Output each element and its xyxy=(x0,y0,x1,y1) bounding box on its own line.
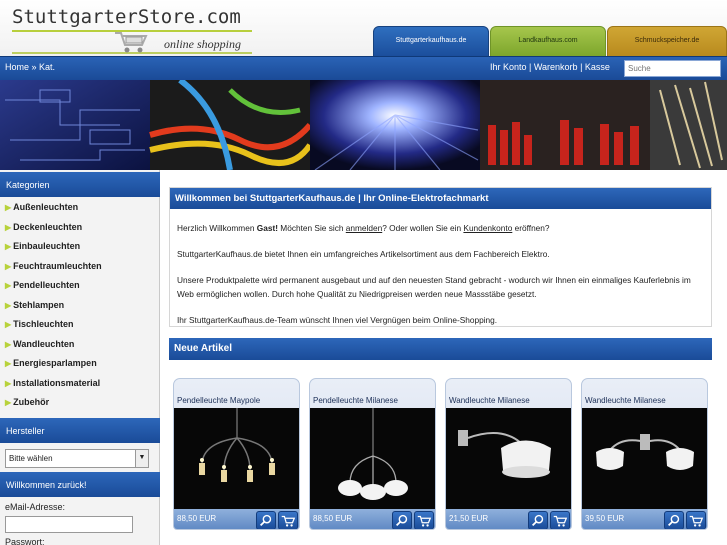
category-item[interactable]: ▶ Tischleuchten xyxy=(5,319,102,339)
category-item[interactable]: ▶ Wandleuchten xyxy=(5,339,102,359)
category-list: ▶ Außenleuchten ▶ Deckenleuchten ▶ Einbaule… xyxy=(5,202,102,417)
category-item[interactable]: ▶ Pendelleuchten xyxy=(5,280,102,300)
category-item[interactable]: ▶ Feuchtraumleuchten xyxy=(5,261,102,281)
account-links: Ihr Konto | Warenkorb | Kasse xyxy=(490,62,610,72)
product-bar: 39,50 EUR xyxy=(582,509,707,530)
tab-schmuckspeicher[interactable]: Schmuckspeicher.de xyxy=(607,26,727,57)
arrow-right-icon: ▶ xyxy=(5,320,12,329)
arrow-right-icon: ▶ xyxy=(5,242,12,251)
product-card[interactable]: Pendelleuchte Maypole 88,50 EUR xyxy=(173,378,300,530)
product-image[interactable] xyxy=(582,408,708,509)
arrow-right-icon: ▶ xyxy=(5,359,12,368)
product-bar: 88,50 EUR xyxy=(310,509,435,530)
new-products-heading: Neue Artikel xyxy=(169,338,712,360)
zoom-icon[interactable] xyxy=(664,511,684,530)
product-price: 88,50 EUR xyxy=(313,514,353,523)
arrow-right-icon: ▶ xyxy=(5,222,12,232)
welcome-paragraph: Unsere Produktpalette wird permanent aus… xyxy=(177,275,691,299)
manufacturer-select[interactable]: Bitte wählen ▼ xyxy=(5,449,149,468)
product-image[interactable] xyxy=(446,408,572,509)
top-nav-bar: Home » Kat. Ihr Konto | Warenkorb | Kass… xyxy=(0,56,727,80)
breadcrumb[interactable]: Home » Kat. xyxy=(5,62,55,72)
email-field[interactable] xyxy=(5,516,133,533)
categories-heading: Kategorien xyxy=(0,172,160,197)
product-card[interactable]: Pendelleuchte Milanese 88,50 EUR xyxy=(309,378,436,530)
manufacturer-heading: Hersteller xyxy=(0,418,160,443)
product-image[interactable] xyxy=(310,408,436,509)
zoom-icon[interactable] xyxy=(528,511,548,530)
product-bar: 21,50 EUR xyxy=(446,509,571,530)
login-link[interactable]: anmelden xyxy=(346,223,382,233)
product-image[interactable] xyxy=(174,408,300,509)
category-item[interactable]: ▶ Energiesparlampen xyxy=(5,358,102,378)
arrow-right-icon: ▶ xyxy=(5,378,12,388)
arrow-right-icon: ▶ xyxy=(5,339,12,349)
category-item[interactable]: ▶ Stehlampen xyxy=(5,300,102,320)
site-logo-title[interactable]: StuttgarterStore.com xyxy=(12,6,241,28)
checkout-link[interactable]: Kasse xyxy=(585,62,610,72)
category-item[interactable]: ▶ Zubehör xyxy=(5,397,102,417)
add-to-cart-icon[interactable] xyxy=(686,511,706,530)
tab-landkaufhaus[interactable]: Landkaufhaus.com xyxy=(490,26,606,57)
product-price: 88,50 EUR xyxy=(177,514,217,523)
add-to-cart-icon[interactable] xyxy=(550,511,570,530)
main-content: Willkommen bei StuttgarterKaufhaus.de | … xyxy=(161,170,727,545)
category-item[interactable]: ▶ Deckenleuchten xyxy=(5,222,102,242)
arrow-right-icon: ▶ xyxy=(5,203,12,212)
page: StuttgarterStore.com online shopping Stu… xyxy=(0,0,727,545)
welcome-paragraph: Ihr StuttgarterKaufhaus.de-Team wünscht … xyxy=(177,315,498,325)
zoom-icon[interactable] xyxy=(392,511,412,530)
guest-label: Gast! xyxy=(256,223,278,233)
product-name[interactable]: Pendelleuchte Maypole xyxy=(177,396,260,405)
arrow-right-icon: ▶ xyxy=(5,261,12,271)
left-sidebar: Kategorien ▶ Außenleuchten ▶ Deckenleuchte… xyxy=(0,170,160,545)
product-name[interactable]: Wandleuchte Milanese xyxy=(585,396,666,405)
chevron-down-icon[interactable]: ▼ xyxy=(135,450,148,467)
logo-subtitle: online shopping xyxy=(164,37,241,51)
header-banner-image xyxy=(0,80,727,170)
category-item[interactable]: ▶ Einbauleuchten xyxy=(5,241,102,261)
category-item[interactable]: ▶ Außenleuchten xyxy=(5,202,102,222)
add-to-cart-icon[interactable] xyxy=(414,511,434,530)
category-item[interactable]: ▶ Installationsmaterial xyxy=(5,378,102,398)
email-label: eMail-Adresse: xyxy=(5,502,66,512)
welcome-box: Willkommen bei StuttgarterKaufhaus.de | … xyxy=(169,187,712,327)
product-card[interactable]: Wandleuchte Milanese 39,50 EUR xyxy=(581,378,708,530)
product-name[interactable]: Pendelleuchte Milanese xyxy=(313,396,398,405)
zoom-icon[interactable] xyxy=(256,511,276,530)
site-header: StuttgarterStore.com online shopping Stu… xyxy=(0,0,727,57)
manufacturer-select-value: Bitte wählen xyxy=(9,454,53,463)
product-name[interactable]: Wandleuchte Milanese xyxy=(449,396,530,405)
product-price: 21,50 EUR xyxy=(449,514,489,523)
cart-link[interactable]: Warenkorb xyxy=(534,62,578,72)
welcome-greeting: Herzlich Willkommen Gast! Möchten Sie si… xyxy=(177,223,550,233)
arrow-right-icon: ▶ xyxy=(5,300,12,310)
add-to-cart-icon[interactable] xyxy=(278,511,298,530)
welcome-title: Willkommen bei StuttgarterKaufhaus.de | … xyxy=(170,188,711,209)
welcome-paragraph: StuttgarterKaufhaus.de bietet Ihnen ein … xyxy=(177,249,550,259)
search-input[interactable] xyxy=(624,60,721,77)
password-label: Passwort: xyxy=(5,537,45,545)
shopping-cart-logo-icon xyxy=(115,32,148,53)
tab-stuttgarterkaufhaus[interactable]: Stuttgarterkaufhaus.de xyxy=(373,26,489,57)
arrow-right-icon: ▶ xyxy=(5,281,12,290)
product-bar: 88,50 EUR xyxy=(174,509,299,530)
create-account-link[interactable]: Kundenkonto xyxy=(463,223,512,233)
login-box-heading: Willkommen zurück! xyxy=(0,472,160,497)
product-price: 39,50 EUR xyxy=(585,514,625,523)
product-card[interactable]: Wandleuchte Milanese 21,50 EUR xyxy=(445,378,572,530)
arrow-right-icon: ▶ xyxy=(5,398,12,407)
account-link[interactable]: Ihr Konto xyxy=(490,62,527,72)
